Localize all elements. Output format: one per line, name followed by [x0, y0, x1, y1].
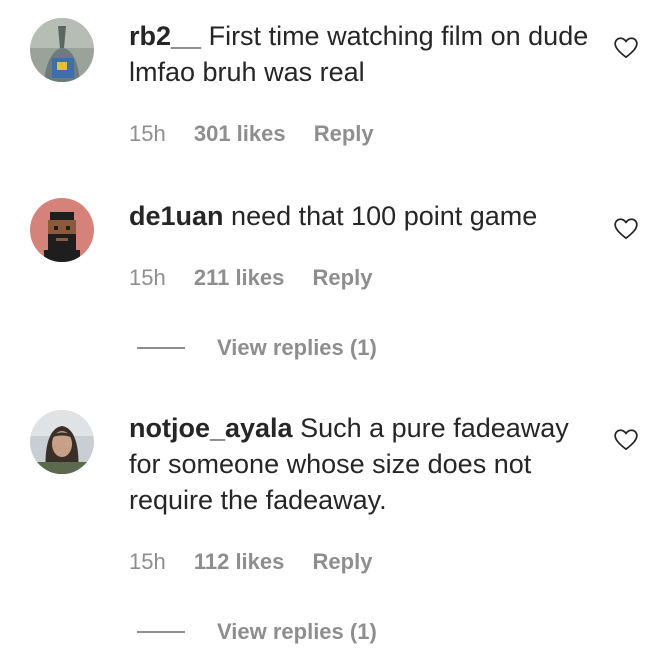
view-replies-label[interactable]: View replies (1)	[217, 333, 377, 363]
likes-count[interactable]: 211 likes	[194, 264, 285, 292]
comment-text-block: de1uan need that 100 point game	[129, 198, 589, 234]
comment-timestamp: 15h	[129, 121, 166, 146]
heart-icon[interactable]	[613, 427, 639, 453]
comment-timestamp: 15h	[129, 265, 166, 290]
heart-icon[interactable]	[613, 35, 639, 61]
avatar[interactable]	[30, 410, 94, 474]
avatar-image	[30, 18, 94, 82]
comment-username[interactable]: notjoe_ayala	[129, 413, 293, 443]
divider-line	[137, 347, 185, 349]
view-replies-label[interactable]: View replies (1)	[217, 617, 377, 647]
comment-username[interactable]: de1uan	[129, 201, 224, 231]
comment-text-block: rb2__ First time watching film on dude l…	[129, 18, 589, 90]
reply-button[interactable]: Reply	[314, 120, 374, 148]
divider-line	[137, 631, 185, 633]
comment-username[interactable]: rb2__	[129, 21, 201, 51]
avatar-image	[30, 410, 94, 474]
comment-meta: 15h 112 likes Reply	[129, 548, 372, 576]
comment-body: need that 100 point game	[231, 201, 538, 231]
comment-meta: 15h 301 likes Reply	[129, 120, 374, 148]
avatar[interactable]	[30, 198, 94, 262]
reply-button[interactable]: Reply	[313, 264, 373, 292]
comment-text-block: notjoe_ayala Such a pure fadeaway for so…	[129, 410, 589, 518]
avatar[interactable]	[30, 18, 94, 82]
heart-icon[interactable]	[613, 216, 639, 242]
comment-meta: 15h 211 likes Reply	[129, 264, 372, 292]
likes-count[interactable]: 112 likes	[194, 548, 285, 576]
likes-count[interactable]: 301 likes	[194, 120, 286, 148]
comment-timestamp: 15h	[129, 549, 166, 574]
avatar-image	[30, 198, 94, 262]
reply-button[interactable]: Reply	[313, 548, 373, 576]
